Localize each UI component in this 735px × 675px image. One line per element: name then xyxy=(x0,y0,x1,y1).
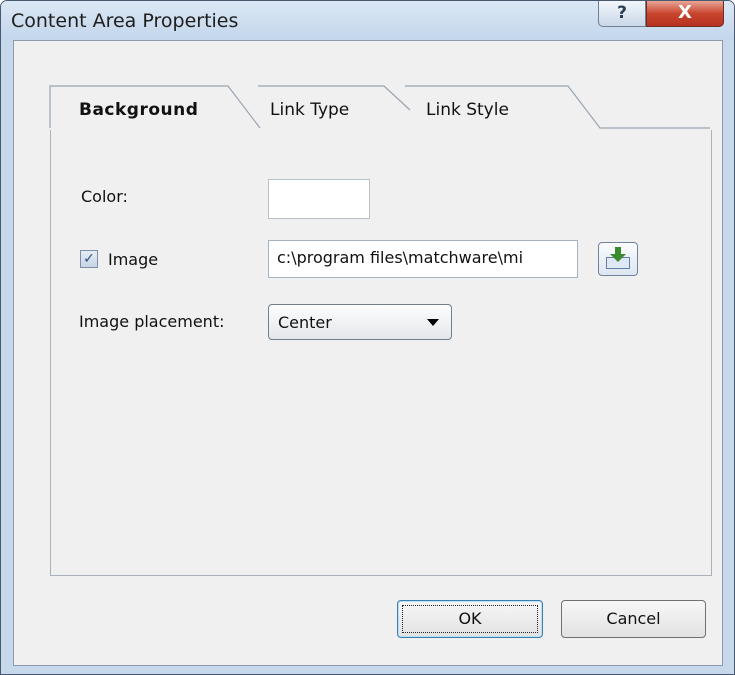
image-placement-label: Image placement: xyxy=(79,312,225,331)
image-path-field[interactable]: c:\program files\matchware\mi xyxy=(268,240,578,278)
ok-focus-ring xyxy=(402,605,538,633)
tab-link-style[interactable]: Link Style xyxy=(426,100,509,120)
ok-button[interactable]: OK xyxy=(397,600,543,638)
chevron-down-icon xyxy=(427,319,439,326)
image-placement-value: Center xyxy=(278,313,332,332)
cancel-button[interactable]: Cancel xyxy=(561,600,706,638)
tab-background[interactable]: Background xyxy=(79,100,198,120)
tab-link-type[interactable]: Link Type xyxy=(270,100,349,120)
image-checkbox[interactable]: ✓ xyxy=(80,250,98,268)
cancel-button-label: Cancel xyxy=(606,609,661,628)
image-placement-select[interactable]: Center xyxy=(268,304,452,340)
tab-panel-background xyxy=(50,130,712,576)
browse-arrow-head xyxy=(610,254,626,262)
color-swatch[interactable] xyxy=(268,179,370,219)
browse-image-button[interactable] xyxy=(598,242,638,276)
color-label: Color: xyxy=(81,187,128,206)
checkmark-icon: ✓ xyxy=(83,251,95,267)
image-label: Image xyxy=(108,250,159,269)
